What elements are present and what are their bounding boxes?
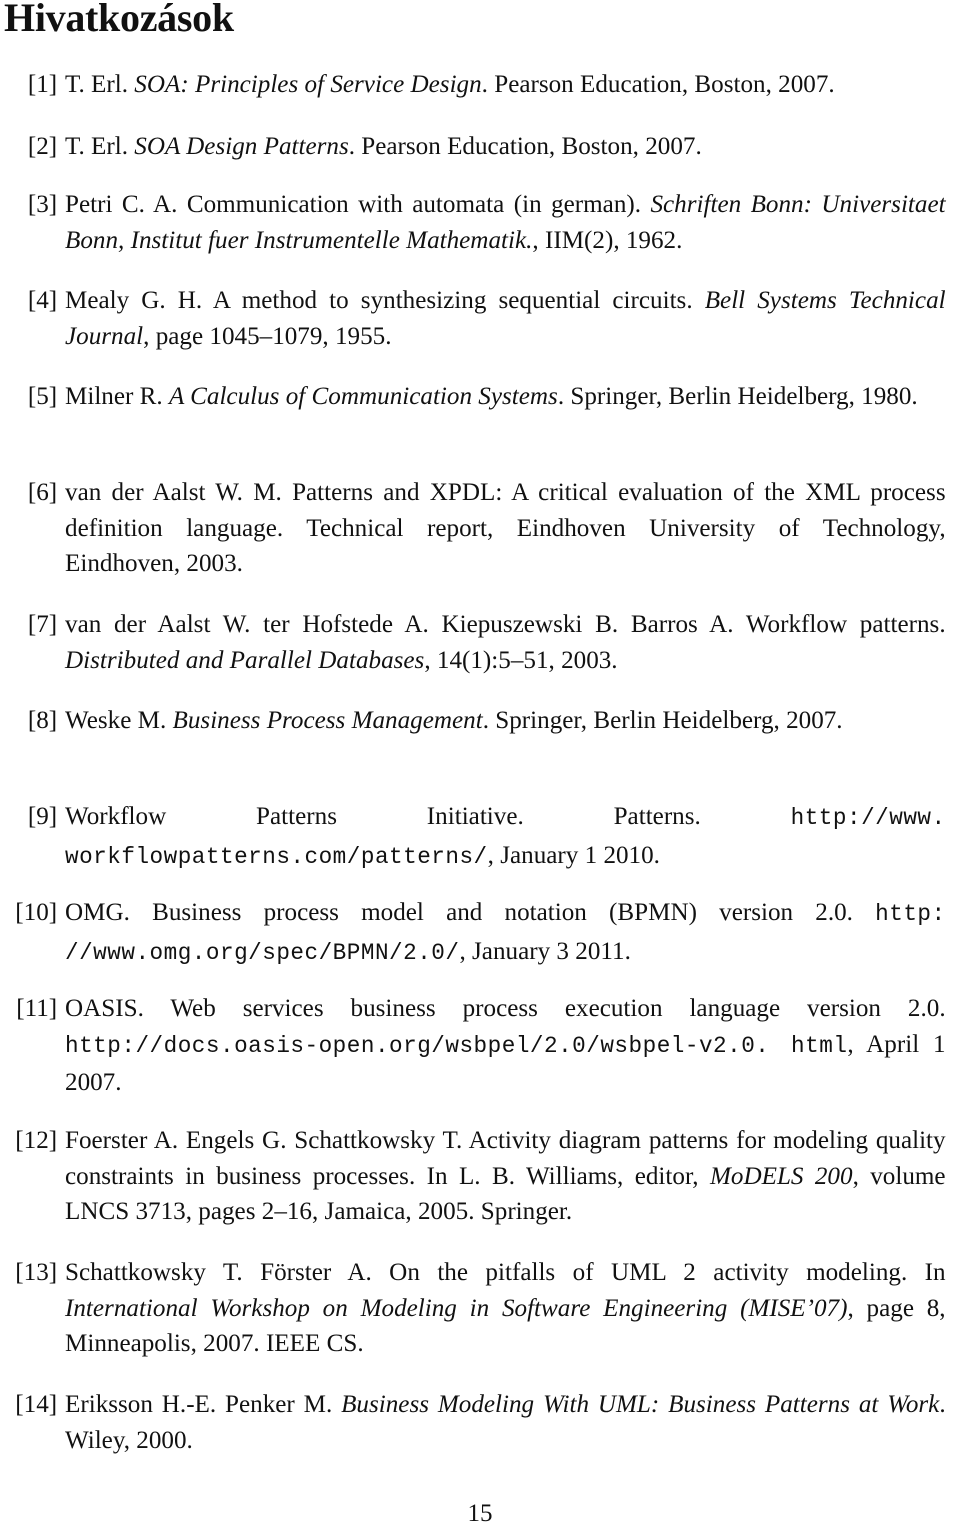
reference-text: Eriksson H.-E. Penker M. <box>65 1389 342 1418</box>
reference-label: [3] <box>27 189 58 218</box>
reference-item: [6] van der Aalst W. M. Patterns and XPDL… <box>0 474 946 581</box>
reference-text: . Springer, Berlin Heidelberg, 2007. <box>482 705 843 734</box>
reference-text: Petri C. A. Communication with automata … <box>65 189 651 218</box>
reference-text: Milner R. <box>65 381 169 410</box>
reference-title-italic: Business Modeling With UML: Business Pat… <box>341 1389 940 1418</box>
reference-text: van der Aalst W. ter Hofstede A. Kiepusz… <box>65 609 946 638</box>
reference-item: [4] Mealy G. H. A method to synthesizing … <box>0 282 946 353</box>
reference-title-italic: Business Process Management <box>172 705 483 734</box>
reference-title-italic: International Workshop on Modeling in So… <box>65 1292 848 1322</box>
reference-label: [13] <box>15 1257 58 1286</box>
reference-item: [1] T. Erl. SOA: Principles of Service De… <box>0 66 946 102</box>
reference-label: [11] <box>16 993 58 1022</box>
reference-item: [14] Eriksson H.-E. Penker M. Business Mo… <box>0 1386 945 1457</box>
reference-text: Mealy G. H. A method to synthesizing seq… <box>65 285 705 314</box>
reference-item: [5] Milner R. A Calculus of Communication… <box>0 378 946 414</box>
reference-item: [9] Workflow Patterns Initiative. Pattern… <box>0 798 946 875</box>
reference-text: , January 3 2011. <box>459 935 631 965</box>
reference-title-italic: Distributed and Parallel Databases <box>65 644 425 674</box>
reference-text: , January 1 2010. <box>487 839 660 869</box>
reference-label: [7] <box>27 609 58 638</box>
reference-text: T. Erl. <box>65 131 135 160</box>
reference-text: T. Erl. <box>65 69 135 98</box>
reference-title-italic: SOA Design Patterns <box>134 131 349 160</box>
reference-title-italic: SOA: Principles of Service Design <box>134 69 482 98</box>
reference-text: Weske M. <box>65 705 173 734</box>
page-number: 15 <box>467 1500 493 1527</box>
reference-url-link[interactable]: http://docs.oasis-open.org/wsbpel/2.0/ws… <box>65 1033 847 1059</box>
reference-text: , IIM(2), 1962. <box>532 224 683 254</box>
reference-text: , page 1045–1079, 1955. <box>143 320 392 350</box>
reference-item: [10] OMG. Business process model and nota… <box>0 894 946 971</box>
reference-label: [2] <box>27 131 58 160</box>
reference-item: [12] Foerster A. Engels G. Schattkowsky T… <box>0 1122 945 1229</box>
reference-title-italic: MoDELS 200 <box>709 1160 853 1190</box>
reference-label: [9] <box>27 801 58 830</box>
reference-item: [11] OASIS. Web services business process… <box>0 990 946 1100</box>
reference-item: [3] Petri C. A. Communication with automa… <box>0 186 946 257</box>
reference-label: [8] <box>27 705 58 734</box>
reference-text: OASIS. Web services business process exe… <box>65 993 946 1022</box>
reference-label: [4] <box>27 285 58 314</box>
reference-label: [6] <box>27 477 58 506</box>
reference-text: . Pearson Education, Boston, 2007. <box>481 69 835 98</box>
reference-text: , 14(1):5–51, 2003. <box>424 644 618 674</box>
reference-text: . Springer, Berlin Heidel­berg, 1980. <box>557 381 918 410</box>
reference-label: [1] <box>27 69 58 98</box>
reference-item: [2] T. Erl. SOA Design Patterns. Pearson … <box>0 128 946 164</box>
reference-item: [13] Schattkowsky T. Förster A. On the pi… <box>0 1254 946 1361</box>
reference-text: . Pearson Education, Boston, 2007. <box>348 131 702 160</box>
reference-text: Workflow Patterns Initiative. Patterns. <box>65 801 791 830</box>
reference-text: van der Aalst W. M. Patterns and XPDL: A… <box>65 477 946 577</box>
reference-item: [7] van der Aalst W. ter Hofstede A. Kiep… <box>0 606 946 677</box>
reference-label: [12] <box>15 1125 58 1154</box>
reference-label: [10] <box>15 897 58 926</box>
reference-text: Schattkowsky T. Förster A. On the pitfal… <box>65 1257 946 1286</box>
reference-item: [8] Weske M. Business Process Management.… <box>0 702 946 738</box>
reference-label: [5] <box>27 381 58 410</box>
reference-text: OMG. Business process model and notation… <box>65 897 876 926</box>
reference-label: [14] <box>15 1389 58 1418</box>
page-heading: Hivatkozások <box>4 0 234 40</box>
reference-title-italic: A Calculus of Communication Systems <box>168 381 558 410</box>
